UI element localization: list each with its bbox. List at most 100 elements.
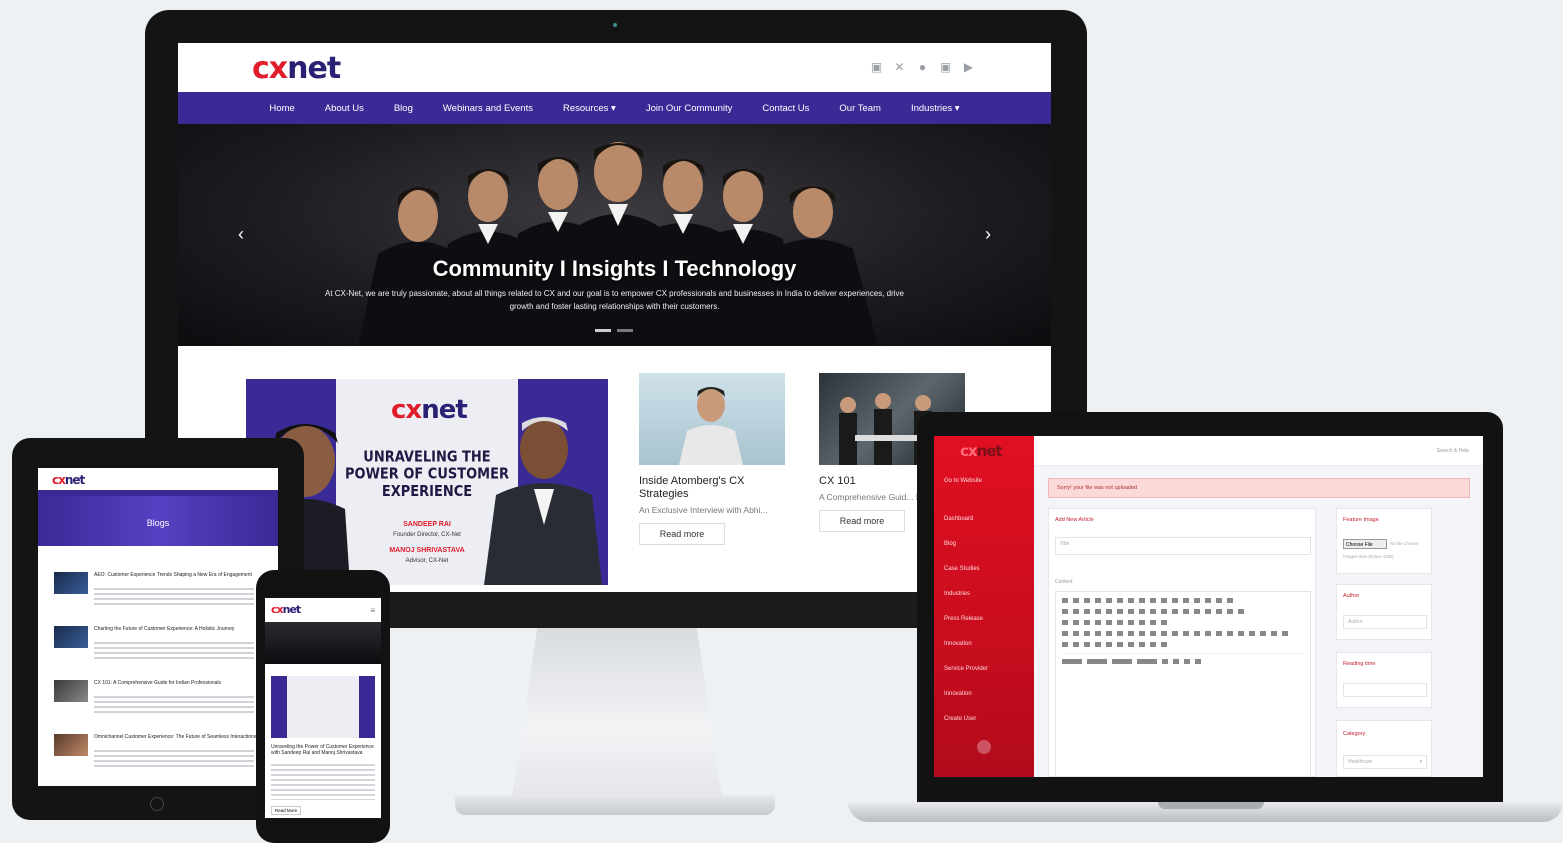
blog-thumbnail [54,626,88,648]
sidebar-item-case-studies[interactable]: Case Studies [944,566,1029,572]
read-more-button[interactable]: Read more [819,510,905,532]
youtube-icon[interactable]: ▶ [962,61,975,74]
tablet-page-title: Blogs [146,518,170,528]
nav-team[interactable]: Our Team [839,103,881,114]
monitor-camera [613,23,617,27]
phone-read-more-button[interactable]: Read More [271,806,301,815]
admin-screen: cxnet Go to Website Dashboard Blog Case … [934,436,1483,777]
blog-thumbnail [54,680,88,702]
main-nav: Home About Us Blog Webinars and Events R… [178,92,1051,124]
carousel-next-icon[interactable]: › [985,224,991,245]
phone-hero [265,622,381,664]
blog-list-item[interactable]: AEO: Customer Experience Trends Shaping … [54,572,264,620]
editor-toolbar[interactable] [1062,642,1304,647]
tablet-screen: cxnet Blogs AEO: Customer Experience Tre… [38,468,278,786]
sidebar-item-press[interactable]: Press Release [944,616,1029,622]
social-links: ▣ ✕ ● ▣ ▶ [870,61,975,74]
phone-screen: cxnet ≡ Unraveling the Power of Customer… [265,598,381,818]
nav-webinars[interactable]: Webinars and Events [443,103,533,114]
sidebar-item-blog[interactable]: Blog [944,541,1029,547]
blog-thumbnail [54,572,88,594]
feature-image-panel: Feature Image Choose File No file chosen… [1336,508,1432,574]
blog-excerpt [94,642,254,662]
nav-industries[interactable]: Industries ▾ [911,103,960,114]
article-title[interactable]: Inside Atomberg's CX Strategies [639,475,785,501]
site-logo[interactable]: cxnet [252,51,341,86]
blog-title[interactable]: Omnichannel Customer Experience: The Fut… [94,734,264,740]
banner-title: UNRAVELING THE POWER OF CUSTOMER EXPERIE… [345,448,509,501]
nav-contact[interactable]: Contact Us [762,103,809,114]
nav-resources[interactable]: Resources ▾ [563,103,616,114]
article-excerpt: An Exclusive Interview with Abhi... [639,505,768,515]
category-select[interactable]: Healthcare ▾ [1343,755,1427,769]
article-thumbnail [639,373,785,465]
form-title: Add New Article [1055,517,1094,523]
upload-alert: Sorry! your file was not uploaded [1048,478,1470,498]
author-input[interactable]: Author [1343,615,1427,629]
title-input[interactable]: Title [1055,537,1311,555]
category-label: Category [1343,731,1366,737]
reading-time-label: Reading time [1343,661,1376,667]
phone-logo[interactable]: cxnet [271,603,301,616]
blog-excerpt [94,750,254,770]
blog-excerpt [94,588,254,608]
topbar-search[interactable]: Search & Help [1437,448,1469,454]
linkedin-icon[interactable]: ▣ [870,61,883,74]
nav-about[interactable]: About Us [325,103,364,114]
read-more-button[interactable]: Read more [639,523,725,545]
tablet-page-banner: Blogs [38,496,278,546]
carousel-prev-icon[interactable]: ‹ [238,224,244,245]
choose-file-button[interactable]: Choose File [1343,539,1387,549]
image-size-hint: Images size (below 1MB) [1343,554,1394,559]
blog-list-item[interactable]: Omnichannel Customer Experience: The Fut… [54,734,264,782]
sidebar-item-innovation[interactable]: Innovation [944,641,1029,647]
article-card[interactable]: Inside Atomberg's CX Strategies An Exclu… [639,373,785,545]
sidebar-item-industries[interactable]: Industries [944,591,1029,597]
editor-toolbar[interactable] [1062,609,1304,614]
blog-title[interactable]: CX 101: A Comprehensive Guide for Indian… [94,680,264,686]
rich-text-editor[interactable] [1055,591,1311,777]
phone-article-image[interactable] [271,676,375,738]
hero-carousel: ‹ › Community I Insights I Technology At… [178,124,1051,346]
monitor-stand [512,628,722,798]
nav-blog[interactable]: Blog [394,103,413,114]
editor-toolbar[interactable] [1062,631,1304,636]
editor-format-bar[interactable] [1062,659,1304,664]
reading-time-input[interactable] [1343,683,1427,697]
category-panel: Category Healthcare ▾ [1336,720,1432,777]
phone-article-excerpt [271,764,375,800]
laptop-notch [1158,802,1264,809]
blog-excerpt [94,696,254,716]
sidebar-item-innovation-2[interactable]: Innovation [944,691,1029,697]
hero-team-photo [358,142,878,346]
blog-list-item[interactable]: Charting the Future of Customer Experien… [54,626,264,674]
monitor-base [455,795,775,815]
blog-title[interactable]: AEO: Customer Experience Trends Shaping … [94,572,264,578]
editor-toolbar[interactable] [1062,620,1304,625]
hero-title: Community I Insights I Technology [432,256,797,281]
instagram-icon[interactable]: ▣ [939,61,952,74]
phone-article-title[interactable]: Unraveling the Power of Customer Experie… [271,744,375,756]
guest2-role: Advisor, CX-Net [405,558,449,564]
editor-toolbar[interactable] [1062,598,1304,603]
admin-topbar: Search & Help [1034,436,1483,466]
tablet-logo[interactable]: cxnet [52,473,85,487]
guest1-name: SANDEEP RAI [403,521,451,528]
nav-home[interactable]: Home [269,103,294,114]
x-icon[interactable]: ✕ [893,61,906,74]
sidebar-collapse-icon[interactable] [977,740,991,754]
feature-image-label: Feature Image [1343,517,1379,523]
admin-logo: cxnet [960,442,1003,460]
menu-icon[interactable]: ≡ [370,606,375,615]
site-header: cxnet ▣ ✕ ● ▣ ▶ [178,43,1051,92]
blog-list-item[interactable]: CX 101: A Comprehensive Guide for Indian… [54,680,264,728]
sidebar-item-service-provider[interactable]: Service Provider [944,666,1029,672]
sidebar-item-create-user[interactable]: Create User [944,716,1029,722]
nav-join[interactable]: Join Our Community [646,103,733,114]
facebook-icon[interactable]: ● [916,61,929,74]
blog-title[interactable]: Charting the Future of Customer Experien… [94,626,264,632]
sidebar-item-website[interactable]: Go to Website [944,478,1029,484]
sidebar-item-dashboard[interactable]: Dashboard [944,516,1029,522]
no-file-text: No file chosen [1390,541,1419,546]
carousel-indicators[interactable] [595,329,633,332]
